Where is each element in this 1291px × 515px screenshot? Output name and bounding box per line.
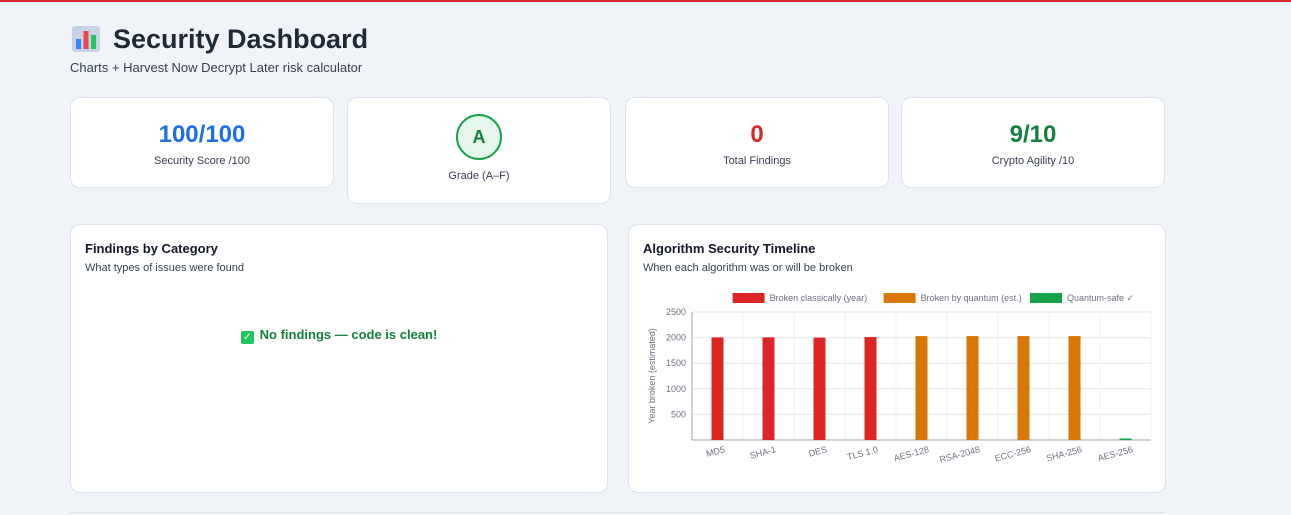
grade-label: Grade (A–F) bbox=[448, 170, 510, 182]
findings-panel-subtitle: What types of issues were found bbox=[85, 262, 244, 274]
page-subtitle: Charts + Harvest Now Decrypt Later risk … bbox=[70, 60, 363, 75]
bar bbox=[915, 336, 928, 440]
y-tick-label: 500 bbox=[671, 409, 686, 419]
security-score-label: Security Score /100 bbox=[154, 155, 250, 167]
x-tick-label: SHA-256 bbox=[1045, 444, 1083, 463]
page-title: Security Dashboard bbox=[113, 24, 369, 54]
total-findings-card: 0 Total Findings bbox=[625, 97, 889, 188]
x-tick-label: MD5 bbox=[705, 444, 726, 459]
x-tick-label: RSA-2048 bbox=[938, 444, 981, 464]
x-tick-label: SHA-1 bbox=[749, 444, 777, 461]
legend-swatch bbox=[883, 293, 916, 303]
x-tick-label: AES-128 bbox=[893, 444, 930, 463]
page-header: Security Dashboard bbox=[71, 22, 368, 56]
security-score-value: 100/100 bbox=[158, 121, 246, 148]
y-tick-label: 1500 bbox=[666, 358, 686, 368]
next-section-border bbox=[70, 512, 1166, 513]
bar bbox=[864, 337, 877, 440]
bar bbox=[813, 337, 826, 440]
check-box-icon: ✓ bbox=[240, 331, 254, 344]
x-tick-label: TLS 1.0 bbox=[846, 444, 879, 462]
x-tick-label: ECC-256 bbox=[994, 444, 1032, 463]
grade-badge: A bbox=[456, 114, 502, 160]
legend-label: Broken classically (year) bbox=[770, 293, 868, 303]
total-findings-label: Total Findings bbox=[723, 155, 791, 167]
no-findings-message: ✓ No findings — code is clean! bbox=[71, 327, 607, 344]
legend-swatch bbox=[1030, 293, 1062, 303]
y-tick-label: 1000 bbox=[666, 384, 686, 394]
bar bbox=[1017, 336, 1030, 440]
timeline-panel-title: Algorithm Security Timeline bbox=[643, 241, 816, 256]
y-tick-label: 2000 bbox=[666, 333, 686, 343]
bar bbox=[966, 336, 979, 440]
no-findings-text: No findings — code is clean! bbox=[259, 327, 438, 342]
security-score-card: 100/100 Security Score /100 bbox=[70, 97, 334, 188]
bar bbox=[1119, 438, 1132, 440]
crypto-agility-card: 9/10 Crypto Agility /10 bbox=[901, 97, 1165, 188]
crypto-agility-value: 9/10 bbox=[1009, 121, 1057, 148]
y-tick-label: 2500 bbox=[666, 307, 686, 317]
algorithm-timeline-panel: Algorithm Security Timeline When each al… bbox=[628, 224, 1166, 493]
algorithm-timeline-chart: 500 1000 1500 2000 2500 Year broken (estimate… bbox=[647, 293, 1152, 465]
x-tick-label: DES bbox=[808, 444, 828, 458]
grade-card: A Grade (A–F) bbox=[347, 97, 611, 204]
total-findings-value: 0 bbox=[750, 121, 764, 148]
x-tick-label: AES-256 bbox=[1097, 444, 1134, 463]
crypto-agility-label: Crypto Agility /10 bbox=[991, 155, 1075, 167]
findings-panel-title: Findings by Category bbox=[85, 241, 218, 256]
top-accent-line bbox=[0, 0, 1291, 2]
findings-by-category-panel: Findings by Category What types of issue… bbox=[70, 224, 608, 493]
legend-label: Quantum-safe ✓ bbox=[1067, 293, 1134, 303]
bar bbox=[762, 337, 775, 440]
legend-swatch bbox=[732, 293, 765, 303]
y-axis-label: Year broken (estimated) bbox=[647, 328, 657, 424]
legend-label: Broken by quantum (est.) bbox=[921, 293, 1022, 303]
bar-chart-icon bbox=[72, 26, 100, 52]
bar bbox=[711, 337, 724, 440]
bar bbox=[1068, 336, 1081, 440]
timeline-panel-subtitle: When each algorithm was or will be broke… bbox=[643, 262, 853, 274]
